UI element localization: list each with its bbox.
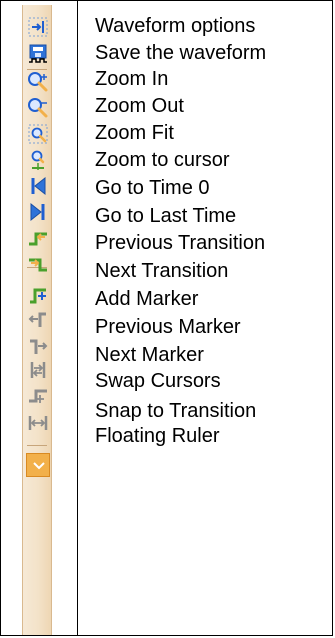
description-add-marker: Add Marker [95, 288, 199, 310]
previous-transition-icon [29, 232, 47, 246]
go-to-last-time-button[interactable] [26, 200, 50, 224]
description-swap-cursors: Swap Cursors [95, 370, 221, 392]
next-marker-icon [30, 339, 48, 354]
description-zoom-in: Zoom In [95, 68, 169, 90]
previous-transition-button[interactable] [26, 226, 50, 250]
column-divider [77, 1, 78, 635]
description-zoom-to-cursor: Zoom to cursor [95, 149, 230, 171]
description-go-to-last-time: Go to Last Time [95, 205, 237, 227]
zoom-out-icon [28, 98, 48, 118]
snap-to-transition-icon [29, 389, 47, 403]
next-transition-icon [29, 258, 47, 272]
toolbar-legend-table: Waveform options Save the waveform Zoom … [0, 0, 333, 636]
zoom-out-button[interactable] [26, 96, 50, 120]
previous-marker-button[interactable] [26, 307, 50, 331]
waveform-options-button[interactable] [26, 15, 50, 39]
description-next-transition: Next Transition [95, 260, 229, 282]
description-floating-ruler: Floating Ruler [95, 425, 220, 447]
go-to-last-time-icon [30, 202, 45, 222]
zoom-fit-button[interactable] [26, 122, 50, 146]
description-previous-transition: Previous Transition [95, 232, 266, 254]
description-save-waveform: Save the waveform [95, 42, 267, 64]
description-waveform-options: Waveform options [95, 15, 256, 37]
floating-ruler-button[interactable] [26, 411, 50, 435]
description-previous-marker: Previous Marker [95, 316, 241, 338]
go-to-time-0-icon [31, 176, 46, 196]
waveform-options-icon [28, 17, 48, 37]
zoom-in-icon [28, 72, 48, 92]
description-snap-to-transition: Snap to Transition [95, 400, 257, 422]
toolbar-separator [27, 445, 47, 446]
go-to-time-0-button[interactable] [26, 174, 50, 198]
next-marker-button[interactable] [26, 334, 50, 358]
zoom-to-cursor-icon [31, 150, 45, 170]
add-marker-button[interactable] [26, 282, 50, 306]
zoom-fit-icon [28, 124, 48, 144]
previous-marker-icon [28, 312, 46, 327]
chevron-down-icon [33, 462, 45, 470]
save-waveform-icon [29, 44, 47, 63]
save-waveform-button[interactable] [26, 42, 50, 66]
description-go-to-time-0: Go to Time 0 [95, 177, 210, 199]
swap-cursors-icon [30, 362, 46, 378]
floating-ruler-icon [28, 416, 48, 430]
add-marker-icon [30, 288, 46, 304]
next-transition-button[interactable] [26, 252, 50, 276]
swap-cursors-button[interactable] [26, 358, 50, 382]
zoom-to-cursor-button[interactable] [26, 148, 50, 172]
snap-to-transition-button[interactable] [26, 384, 50, 408]
zoom-in-button[interactable] [26, 70, 50, 94]
description-next-marker: Next Marker [95, 344, 204, 366]
description-zoom-out: Zoom Out [95, 95, 184, 117]
toolbar-overflow-button[interactable] [26, 453, 50, 477]
description-zoom-fit: Zoom Fit [95, 122, 174, 144]
